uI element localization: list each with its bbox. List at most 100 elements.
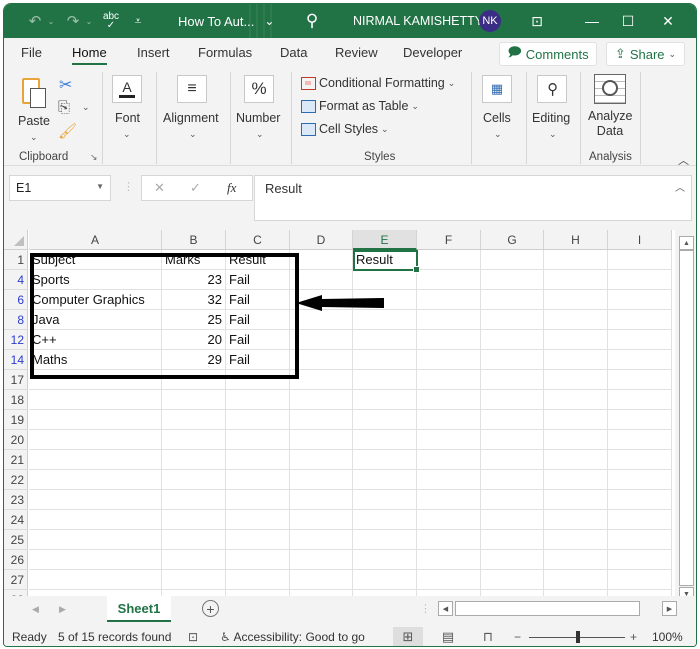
column-header-d[interactable]: D [290,230,353,250]
cell-b6[interactable]: 32 [162,290,226,310]
tab-file[interactable]: File [21,45,42,60]
cell-c26[interactable] [226,550,290,570]
cell-i21[interactable] [608,450,672,470]
copy-dropdown-icon[interactable]: ⌄ [82,102,90,113]
cell-f22[interactable] [417,470,481,490]
next-sheet-icon[interactable]: ▶ [59,604,66,615]
normal-view-button[interactable]: ⊞ [393,627,423,646]
cell-c1[interactable]: Result [226,250,290,270]
sheet-tab-sheet1[interactable]: Sheet1 [107,596,171,622]
add-sheet-button[interactable]: + [202,600,219,617]
format-painter-icon[interactable]: 🖌 [58,122,77,140]
column-header-h[interactable]: H [544,230,608,250]
comments-button[interactable]: 🗩 Comments [499,42,597,66]
column-header-i[interactable]: I [608,230,672,250]
cell-h18[interactable] [544,390,608,410]
cell-c6[interactable]: Fail [226,290,290,310]
cell-h12[interactable] [544,330,608,350]
cell-h19[interactable] [544,410,608,430]
cell-b17[interactable] [162,370,226,390]
cell-g24[interactable] [481,510,544,530]
row-header[interactable]: 8 [4,310,28,330]
row-header[interactable]: 27 [4,570,28,590]
cell-f14[interactable] [417,350,481,370]
format-as-table-button[interactable]: Format as Table ⌄ [301,99,419,113]
cell-d17[interactable] [290,370,353,390]
cell-styles-button[interactable]: Cell Styles ⌄ [301,122,389,136]
column-header-g[interactable]: G [481,230,544,250]
cell-a20[interactable] [29,430,162,450]
cell-a6[interactable]: Computer Graphics [29,290,162,310]
cell-i19[interactable] [608,410,672,430]
cell-g25[interactable] [481,530,544,550]
scroll-left-button[interactable]: ◀ [438,601,453,616]
cell-d23[interactable] [290,490,353,510]
cell-a24[interactable] [29,510,162,530]
row-header[interactable]: 14 [4,350,28,370]
customize-qat-icon[interactable]: ⩡ [130,4,146,38]
collapse-formula-bar-icon[interactable]: ︿ [675,179,685,194]
cell-i26[interactable] [608,550,672,570]
cell-g17[interactable] [481,370,544,390]
cell-d4[interactable] [290,270,353,290]
column-header-e[interactable]: E [353,230,417,250]
column-header-f[interactable]: F [417,230,481,250]
cell-d21[interactable] [290,450,353,470]
page-break-preview-button[interactable]: ⊓ [473,627,503,646]
minimize-button[interactable]: — [572,4,612,38]
cell-g22[interactable] [481,470,544,490]
cell-d8[interactable] [290,310,353,330]
cell-c24[interactable] [226,510,290,530]
cell-e22[interactable] [353,470,417,490]
cell-h1[interactable] [544,250,608,270]
ribbon-display-options-icon[interactable]: ⊡ [517,4,557,38]
cell-c19[interactable] [226,410,290,430]
row-header[interactable]: 4 [4,270,28,290]
cell-d12[interactable] [290,330,353,350]
drag-handle-icon[interactable]: ⋮ [123,180,134,193]
cell-g20[interactable] [481,430,544,450]
cell-b21[interactable] [162,450,226,470]
tab-splitter-handle[interactable]: ⋮ [420,602,431,615]
cell-g27[interactable] [481,570,544,590]
cell-c21[interactable] [226,450,290,470]
cell-d22[interactable] [290,470,353,490]
macro-recording-icon[interactable]: ⊡ [188,630,198,644]
undo-dropdown-icon[interactable]: ⌄ [46,4,56,38]
cell-a19[interactable] [29,410,162,430]
copy-icon[interactable]: ⎘ [58,99,70,116]
cell-g19[interactable] [481,410,544,430]
cell-b26[interactable] [162,550,226,570]
clipboard-launcher-icon[interactable]: ↘ [90,152,98,163]
row-header[interactable]: 23 [4,490,28,510]
cell-i22[interactable] [608,470,672,490]
redo-icon[interactable]: ↷ [62,4,84,38]
cell-g4[interactable] [481,270,544,290]
cell-f21[interactable] [417,450,481,470]
cell-a21[interactable] [29,450,162,470]
horizontal-scroll-thumb[interactable] [455,601,640,616]
row-header[interactable]: 1 [4,250,28,270]
cell-i25[interactable] [608,530,672,550]
cell-h4[interactable] [544,270,608,290]
row-header[interactable]: 6 [4,290,28,310]
cell-b20[interactable] [162,430,226,450]
cell-c20[interactable] [226,430,290,450]
cell-i23[interactable] [608,490,672,510]
enter-icon[interactable]: ✓ [190,180,201,196]
analyze-data-button[interactable]: Analyze Data [588,72,632,144]
cell-c22[interactable] [226,470,290,490]
horizontal-scrollbar[interactable]: ◀ ▶ [438,600,677,618]
previous-sheet-icon[interactable]: ◀ [32,604,39,615]
tab-data[interactable]: Data [280,45,307,60]
avatar[interactable]: NK [479,10,501,32]
cell-i12[interactable] [608,330,672,350]
cell-a4[interactable]: Sports [29,270,162,290]
cell-b4[interactable]: 23 [162,270,226,290]
cell-b8[interactable]: 25 [162,310,226,330]
column-header-b[interactable]: B [162,230,226,250]
cell-a8[interactable]: Java [29,310,162,330]
cell-g26[interactable] [481,550,544,570]
tab-insert[interactable]: Insert [137,45,170,60]
cell-e23[interactable] [353,490,417,510]
